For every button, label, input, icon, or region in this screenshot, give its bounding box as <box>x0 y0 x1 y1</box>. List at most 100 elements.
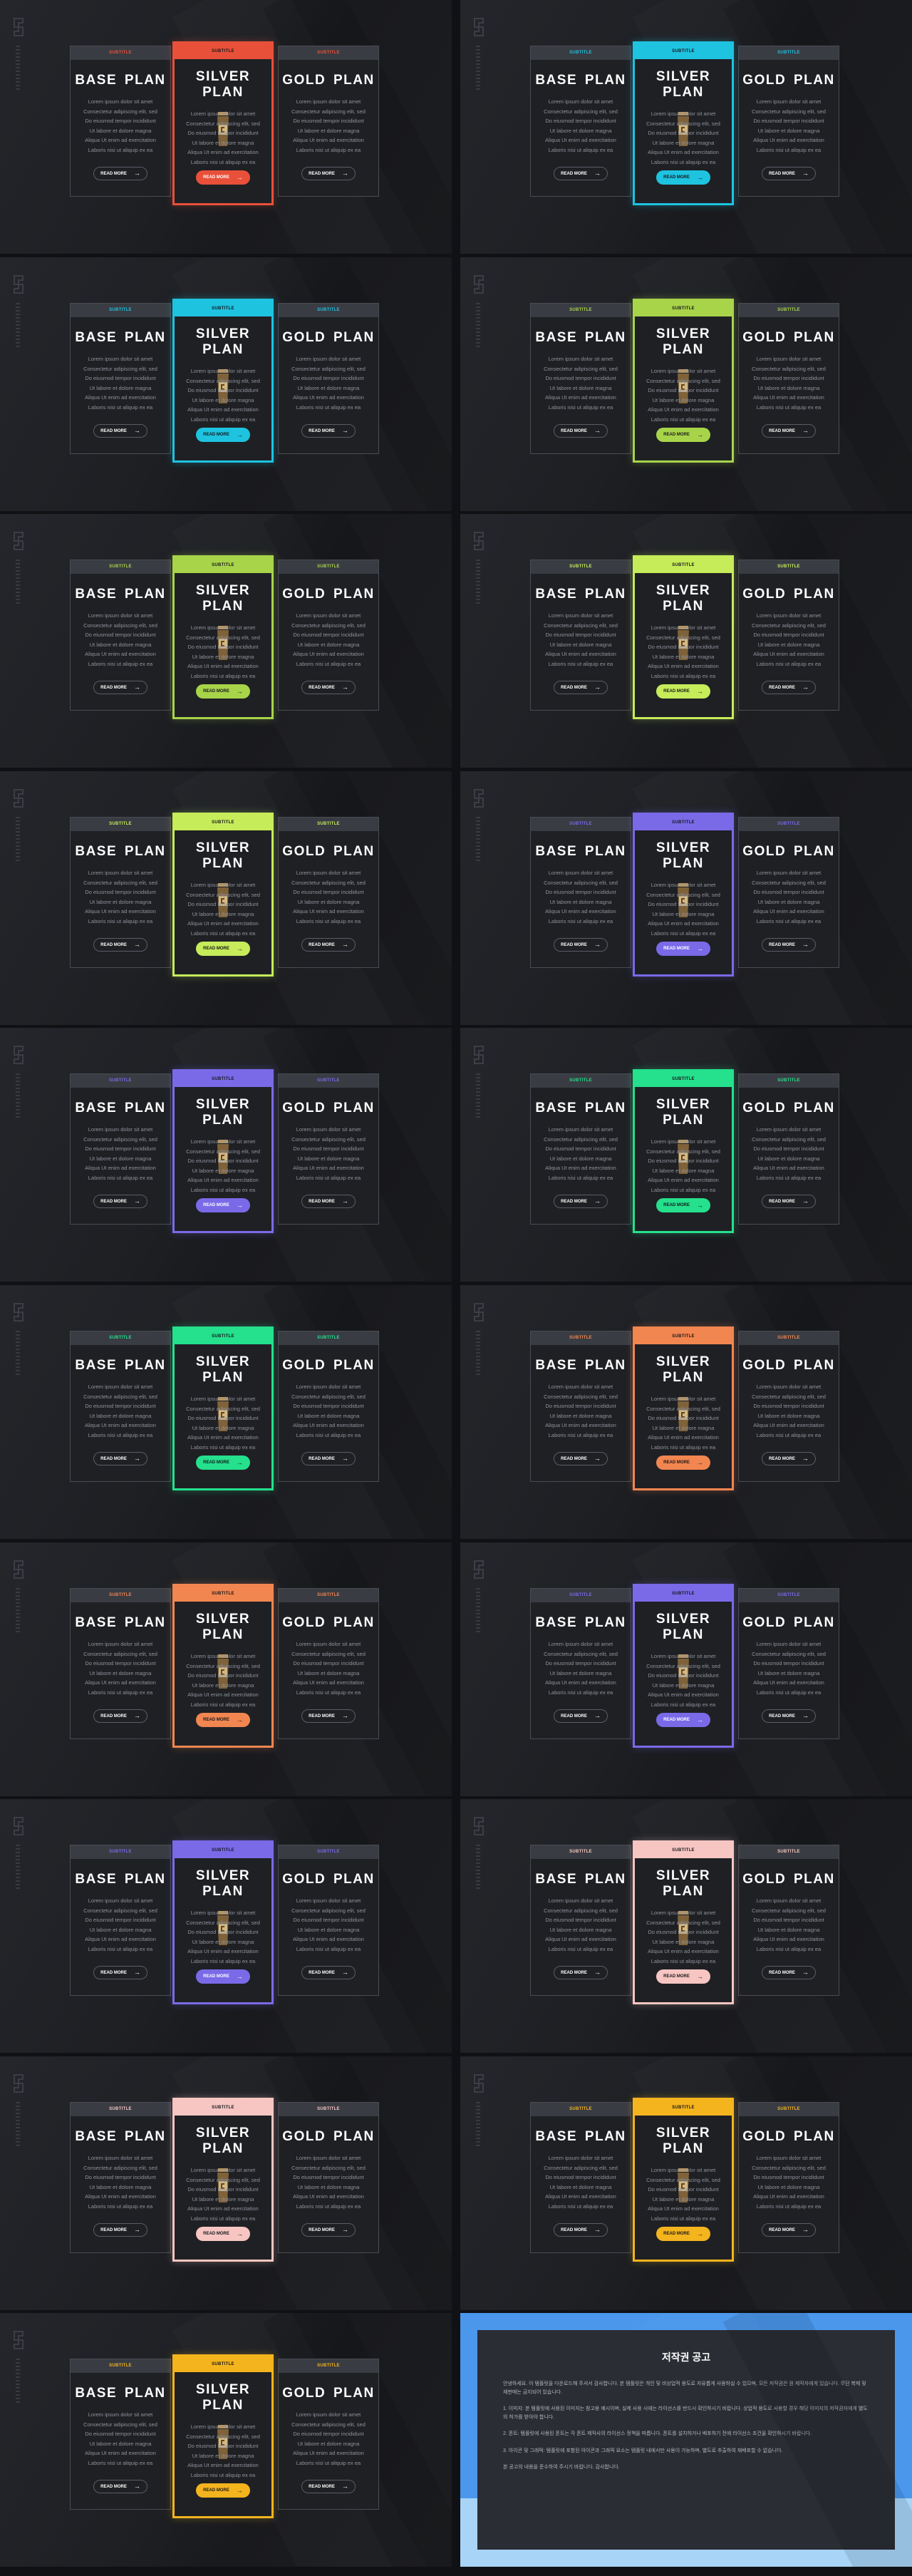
pricing-slide[interactable]: SUBTITLE BASE PLAN Lorem ipsum dolor sit… <box>0 771 452 1025</box>
description-line: Lorem ipsum dolor sit amet <box>651 1396 716 1402</box>
read-more-button[interactable]: READ MORE → <box>762 1195 816 1208</box>
read-more-button[interactable]: READ MORE → <box>301 1966 356 1979</box>
pricing-slide[interactable]: SUBTITLE BASE PLAN Lorem ipsum dolor sit… <box>460 0 912 254</box>
read-more-button[interactable]: READ MORE → <box>93 167 147 180</box>
read-more-button[interactable]: READ MORE → <box>196 1969 250 1984</box>
read-more-button[interactable]: READ MORE → <box>301 681 356 694</box>
read-more-button[interactable]: READ MORE → <box>196 1713 250 1727</box>
read-more-button[interactable]: READ MORE → <box>656 942 710 956</box>
read-more-button[interactable]: READ MORE → <box>762 167 816 180</box>
pricing-slide[interactable]: SUBTITLE BASE PLAN Lorem ipsum dolor sit… <box>460 1028 912 1282</box>
read-more-button[interactable]: READ MORE → <box>656 684 710 699</box>
read-more-button[interactable]: READ MORE → <box>656 1969 710 1984</box>
pricing-slide[interactable]: SUBTITLE BASE PLAN Lorem ipsum dolor sit… <box>460 1542 912 1796</box>
description-line: Consectetur adipiscing elit, sed <box>646 2176 720 2183</box>
pricing-slide[interactable]: SUBTITLE BASE PLAN Lorem ipsum dolor sit… <box>460 771 912 1025</box>
description-line: Laboris nisi ut aliquip ex ea <box>88 403 153 411</box>
arrow-right-icon: → <box>341 1197 348 1205</box>
pricing-slide[interactable]: SUBTITLE BASE PLAN Lorem ipsum dolor sit… <box>460 514 912 768</box>
arrow-right-icon: → <box>696 173 703 181</box>
read-more-button[interactable]: READ MORE → <box>301 424 356 438</box>
description-line: Ut labore et dolore magna <box>549 641 612 648</box>
description-line: Aliqua Ut enim ad exercitation <box>85 908 156 915</box>
description-line: Laboris nisi ut aliquip ex ea <box>756 1945 822 1952</box>
read-more-button[interactable]: READ MORE → <box>554 681 608 694</box>
read-more-button[interactable]: READ MORE → <box>656 428 710 442</box>
read-more-button[interactable]: READ MORE → <box>301 1709 356 1723</box>
read-more-button[interactable]: READ MORE → <box>762 2223 816 2237</box>
pricing-slide[interactable]: SUBTITLE BASE PLAN Lorem ipsum dolor sit… <box>0 1285 452 1539</box>
card-description: Lorem ipsum dolor sit amet Consectetur ad… <box>71 611 170 669</box>
read-more-button[interactable]: READ MORE → <box>656 1456 710 1470</box>
arrow-right-icon: → <box>236 687 243 695</box>
read-more-button[interactable]: READ MORE → <box>554 938 608 952</box>
read-more-button[interactable]: READ MORE → <box>762 1709 816 1723</box>
read-more-button[interactable]: READ MORE → <box>196 942 250 956</box>
read-more-button[interactable]: READ MORE → <box>93 2480 147 2493</box>
read-more-label: READ MORE <box>769 1714 795 1719</box>
pricing-slide[interactable]: SUBTITLE BASE PLAN Lorem ipsum dolor sit… <box>0 2313 452 2567</box>
base-plan-card: SUBTITLE BASE PLAN Lorem ipsum dolor sit… <box>530 1588 631 1739</box>
read-more-button[interactable]: READ MORE → <box>301 1452 356 1465</box>
description-line: Ut labore et dolore magna <box>89 384 152 391</box>
arrow-right-icon: → <box>341 1455 348 1462</box>
read-more-button[interactable]: READ MORE → <box>93 2223 147 2237</box>
pricing-slide[interactable]: SUBTITLE BASE PLAN Lorem ipsum dolor sit… <box>460 257 912 511</box>
read-more-button[interactable]: READ MORE → <box>762 424 816 438</box>
read-more-button[interactable]: READ MORE → <box>762 1452 816 1465</box>
read-more-button[interactable]: READ MORE → <box>301 938 356 952</box>
read-more-button[interactable]: READ MORE → <box>196 2483 250 2498</box>
description-line: Laboris nisi ut aliquip ex ea <box>548 1174 613 1181</box>
vertical-caption <box>16 1073 20 1119</box>
read-more-button[interactable]: READ MORE → <box>301 167 356 180</box>
read-more-button[interactable]: READ MORE → <box>656 1198 710 1212</box>
read-more-button[interactable]: READ MORE → <box>93 938 147 952</box>
read-more-button[interactable]: READ MORE → <box>93 681 147 694</box>
read-more-button[interactable]: READ MORE → <box>93 424 147 438</box>
read-more-button[interactable]: READ MORE → <box>554 1452 608 1465</box>
description-line: Do eiusmod tempor incididunt <box>648 901 719 907</box>
pricing-slide[interactable]: SUBTITLE BASE PLAN Lorem ipsum dolor sit… <box>460 1799 912 2053</box>
read-more-button[interactable]: READ MORE → <box>93 1195 147 1208</box>
pricing-slide[interactable]: SUBTITLE BASE PLAN Lorem ipsum dolor sit… <box>0 1542 452 1796</box>
read-more-button[interactable]: READ MORE → <box>656 170 710 185</box>
pricing-slide[interactable]: SUBTITLE BASE PLAN Lorem ipsum dolor sit… <box>0 1799 452 2053</box>
read-more-button[interactable]: READ MORE → <box>762 1966 816 1979</box>
pricing-slide[interactable]: SUBTITLE BASE PLAN Lorem ipsum dolor sit… <box>460 2056 912 2310</box>
read-more-label: READ MORE <box>100 428 127 433</box>
read-more-button[interactable]: READ MORE → <box>554 1195 608 1208</box>
pricing-slide[interactable]: SUBTITLE BASE PLAN Lorem ipsum dolor sit… <box>0 2056 452 2310</box>
read-more-button[interactable]: READ MORE → <box>554 1966 608 1979</box>
read-more-button[interactable]: READ MORE → <box>554 424 608 438</box>
read-more-button[interactable]: READ MORE → <box>301 1195 356 1208</box>
pricing-slide[interactable]: SUBTITLE BASE PLAN Lorem ipsum dolor sit… <box>460 1285 912 1539</box>
pricing-slide[interactable]: SUBTITLE BASE PLAN Lorem ipsum dolor sit… <box>0 514 452 768</box>
read-more-button[interactable]: READ MORE → <box>301 2223 356 2237</box>
read-more-button[interactable]: READ MORE → <box>656 2227 710 2241</box>
read-more-button[interactable]: READ MORE → <box>554 167 608 180</box>
read-more-button[interactable]: READ MORE → <box>196 2227 250 2241</box>
read-more-button[interactable]: READ MORE → <box>93 1709 147 1723</box>
read-more-button[interactable]: READ MORE → <box>196 1198 250 1212</box>
read-more-button[interactable]: READ MORE → <box>762 681 816 694</box>
read-more-button[interactable]: READ MORE → <box>93 1452 147 1465</box>
read-more-button[interactable]: READ MORE → <box>554 2223 608 2237</box>
pricing-slide[interactable]: SUBTITLE BASE PLAN Lorem ipsum dolor sit… <box>0 257 452 511</box>
read-more-button[interactable]: READ MORE → <box>196 170 250 185</box>
read-more-button[interactable]: READ MORE → <box>93 1966 147 1979</box>
read-more-button[interactable]: READ MORE → <box>301 2480 356 2493</box>
description-line: Do eiusmod tempor incididunt <box>293 2431 364 2437</box>
description-line: Laboris nisi ut aliquip ex ea <box>548 146 613 153</box>
description-line: Consectetur adipiscing elit, sed <box>544 1135 618 1143</box>
card-description: Lorem ipsum dolor sit amet Consectetur ad… <box>635 1137 732 1195</box>
read-more-button[interactable]: READ MORE → <box>762 938 816 952</box>
read-more-button[interactable]: READ MORE → <box>196 1456 250 1470</box>
pricing-slide[interactable]: SUBTITLE BASE PLAN Lorem ipsum dolor sit… <box>0 0 452 254</box>
pricing-slide[interactable]: SUBTITLE BASE PLAN Lorem ipsum dolor sit… <box>0 1028 452 1282</box>
read-more-button[interactable]: READ MORE → <box>196 428 250 442</box>
read-more-button[interactable]: READ MORE → <box>554 1709 608 1723</box>
description-line: Laboris nisi ut aliquip ex ea <box>88 917 153 924</box>
read-more-button[interactable]: READ MORE → <box>196 684 250 699</box>
arrow-right-icon: → <box>133 2483 140 2490</box>
read-more-button[interactable]: READ MORE → <box>656 1713 710 1727</box>
